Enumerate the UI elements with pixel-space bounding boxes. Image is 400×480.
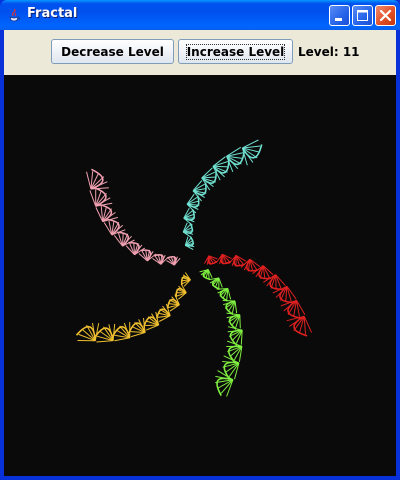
fractal-canvas <box>4 75 396 476</box>
minimize-icon <box>335 18 342 21</box>
increase-level-button[interactable]: Increase Level <box>178 39 293 64</box>
decrease-level-button[interactable]: Decrease Level <box>51 39 174 64</box>
control-toolbar: Decrease Level Increase Level Level: 11 <box>4 30 396 76</box>
fractal-arm <box>86 168 181 266</box>
close-button[interactable] <box>375 5 396 26</box>
fractal-drawing <box>75 139 313 397</box>
maximize-button[interactable] <box>352 5 373 26</box>
window-title: Fractal <box>27 6 78 21</box>
minimize-button[interactable] <box>329 5 350 26</box>
decrease-level-label: Decrease Level <box>61 44 164 59</box>
level-indicator: Level: 11 <box>298 45 360 59</box>
fractal-arm <box>75 272 191 343</box>
java-icon <box>6 7 22 23</box>
fractal-arm <box>182 139 263 251</box>
fractal-arm <box>199 268 243 397</box>
app-window: Fractal Decrease Level Increase Level Le… <box>0 0 400 480</box>
close-icon <box>379 9 392 22</box>
maximize-icon <box>357 10 368 21</box>
increase-level-label: Increase Level <box>185 43 286 60</box>
title-bar[interactable]: Fractal <box>0 0 400 30</box>
